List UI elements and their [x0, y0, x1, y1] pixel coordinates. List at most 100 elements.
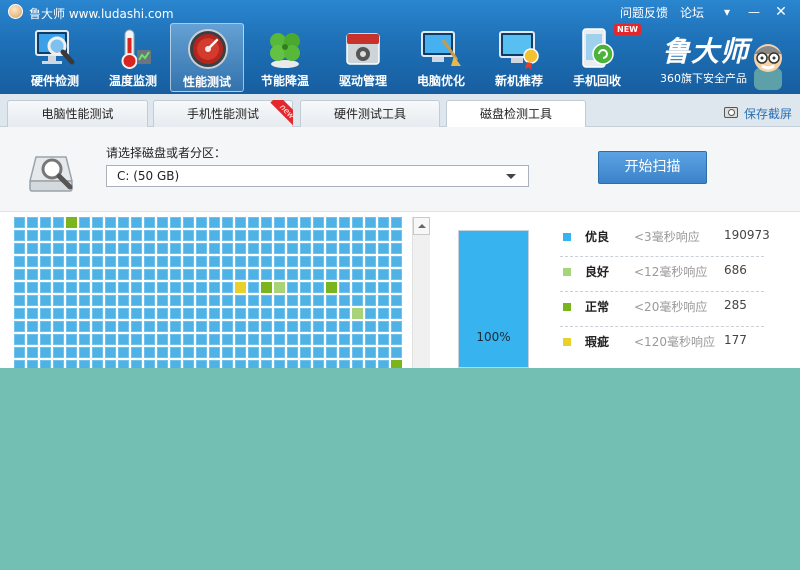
tab-hardware-tools[interactable]: 硬件测试工具 [300, 100, 440, 127]
disk-block [14, 321, 25, 332]
scan-progress-bar: 100% [458, 230, 529, 368]
nav-item-pc-optimize[interactable]: 电脑优化 [404, 23, 478, 92]
disk-block [300, 321, 311, 332]
feedback-link[interactable]: 问题反馈 [620, 4, 668, 21]
forum-link[interactable]: 论坛 [680, 4, 704, 21]
disk-block [118, 243, 129, 254]
start-scan-button[interactable]: 开始扫描 [598, 151, 707, 184]
disk-block [352, 243, 363, 254]
disk-block [274, 321, 285, 332]
save-screenshot-button[interactable]: 保存截屏 [724, 105, 792, 122]
disk-block [196, 256, 207, 267]
minimize-icon[interactable]: — [745, 3, 763, 21]
disk-block [339, 230, 350, 241]
disk-block [313, 230, 324, 241]
disk-select-dropdown[interactable]: C: (50 GB) [106, 165, 529, 187]
disk-block [105, 308, 116, 319]
disk-block [79, 243, 90, 254]
disk-block [300, 269, 311, 280]
disk-block [183, 308, 194, 319]
brand: 鲁大师 360旗下安全产品 [658, 30, 796, 90]
disk-block [300, 347, 311, 358]
disk-block [261, 217, 272, 228]
legend-desc: <12毫秒响应 [634, 265, 708, 279]
disk-magnifier-icon [29, 156, 73, 192]
disk-block [144, 230, 155, 241]
tab-pc-performance[interactable]: 电脑性能测试 [7, 100, 148, 127]
disk-block [92, 295, 103, 306]
disk-block [209, 243, 220, 254]
mascot-icon [754, 44, 782, 90]
disk-block [339, 321, 350, 332]
disk-block [144, 295, 155, 306]
disk-block [79, 230, 90, 241]
disk-block [14, 217, 25, 228]
disk-block [144, 269, 155, 280]
disk-block [144, 321, 155, 332]
disk-block [118, 230, 129, 241]
disk-block [157, 321, 168, 332]
disk-block [183, 334, 194, 345]
disk-block [131, 269, 142, 280]
nav-item-hardware-detect[interactable]: 硬件检测 [18, 23, 92, 92]
disk-block [131, 256, 142, 267]
disk-block [14, 295, 25, 306]
nav-item-energy-saving[interactable]: 节能降温 [248, 23, 322, 92]
disk-block [287, 347, 298, 358]
nav-item-driver-manage[interactable]: 驱动管理 [326, 23, 400, 92]
grid-scrollbar[interactable] [412, 217, 430, 368]
disk-block [118, 282, 129, 293]
nav-label: 手机回收 [572, 74, 621, 88]
disk-block [14, 360, 25, 368]
disk-block [235, 230, 246, 241]
disk-block [287, 217, 298, 228]
disk-block [300, 334, 311, 345]
clover-icon [270, 33, 300, 68]
disk-block [209, 230, 220, 241]
header: 鲁大师 www.ludashi.com 问题反馈 论坛 ▾ — ✕ 硬件检测 温… [0, 0, 800, 94]
disk-block [378, 282, 389, 293]
disk-block [222, 269, 233, 280]
disk-block [92, 217, 103, 228]
disk-block [92, 282, 103, 293]
disk-block [131, 308, 142, 319]
nav-label: 驱动管理 [338, 74, 387, 88]
nav-item-temperature[interactable]: 温度监测 [96, 23, 170, 92]
tab-disk-check[interactable]: 磁盘检测工具 [446, 100, 586, 128]
disk-block [196, 269, 207, 280]
disk-block [209, 308, 220, 319]
disk-block [157, 347, 168, 358]
nav-label: 节能降温 [260, 74, 309, 88]
nav-item-performance-test[interactable]: 性能测试 [170, 23, 244, 92]
disk-block [183, 256, 194, 267]
nav-item-new-machine[interactable]: 新机推荐 [482, 23, 556, 92]
disk-block [27, 230, 38, 241]
disk-block [313, 347, 324, 358]
disk-block [196, 308, 207, 319]
title-bar: 鲁大师 www.ludashi.com 问题反馈 论坛 ▾ — ✕ [0, 0, 800, 24]
disk-block [183, 217, 194, 228]
disk-block [66, 347, 77, 358]
disk-block [339, 295, 350, 306]
disk-block [365, 230, 376, 241]
ludashi-logo-icon [8, 4, 23, 19]
menu-icon[interactable]: ▾ [718, 3, 736, 21]
disk-block [144, 217, 155, 228]
disk-block [339, 243, 350, 254]
close-icon[interactable]: ✕ [772, 3, 790, 21]
disk-block [53, 360, 64, 368]
scroll-up-arrow-icon[interactable] [413, 217, 430, 235]
disk-block [274, 217, 285, 228]
disk-block [157, 217, 168, 228]
disk-block [40, 230, 51, 241]
disk-block [53, 243, 64, 254]
tab-phone-performance[interactable]: 手机性能测试 new [153, 100, 293, 127]
disk-block [222, 321, 233, 332]
disk-block [183, 321, 194, 332]
monitor-medal-icon [499, 31, 539, 70]
disk-block [300, 295, 311, 306]
disk-block [196, 217, 207, 228]
disk-block [339, 308, 350, 319]
disk-block [105, 334, 116, 345]
disk-block [365, 256, 376, 267]
